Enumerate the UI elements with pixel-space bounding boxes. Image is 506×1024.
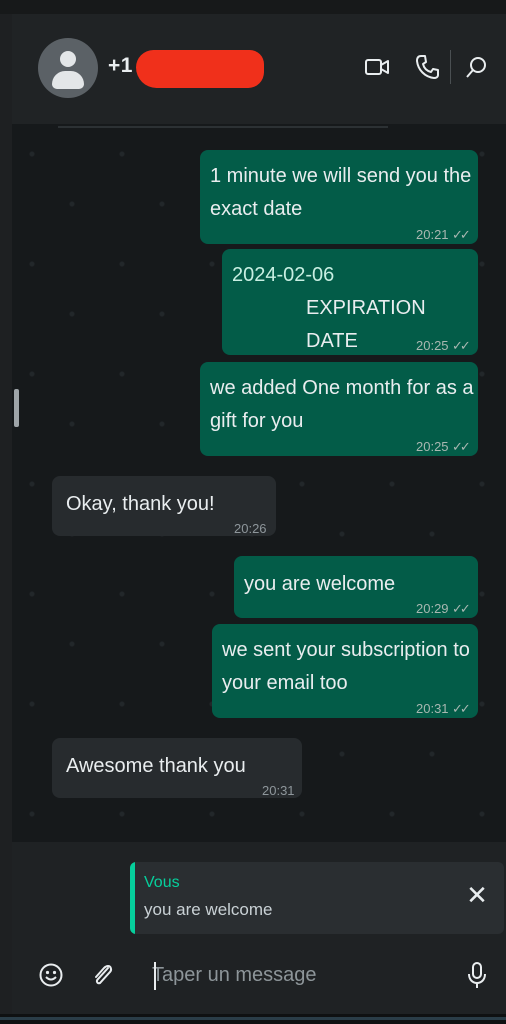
message-text-line: 2024-02-06 bbox=[232, 264, 335, 286]
message-text-line: Awesome thank you bbox=[66, 755, 246, 777]
message-input[interactable]: Taper un message bbox=[152, 958, 452, 992]
message-time: 20:25 bbox=[416, 338, 449, 353]
avatar-head-shape bbox=[60, 51, 76, 67]
message-list[interactable]: 1 minute we will send you the exact date… bbox=[12, 124, 506, 842]
microphone-icon[interactable] bbox=[460, 958, 494, 992]
message-text-line: 1 minute we will send you the bbox=[210, 165, 472, 187]
message-bubble-outgoing[interactable]: 1 minute we will send you the exact date… bbox=[200, 150, 478, 244]
avatar[interactable] bbox=[38, 38, 98, 98]
message-text-line: we added One month for as a bbox=[210, 377, 474, 399]
message-time: 20:31 bbox=[416, 701, 449, 716]
quote-author: Vous bbox=[144, 874, 180, 891]
message-text-line: gift for you bbox=[210, 410, 304, 432]
message-text-line: we sent your subscription to bbox=[222, 639, 470, 661]
quote-text: you are welcome bbox=[144, 900, 273, 919]
reply-preview-bar: Vous you are welcome ✕ bbox=[12, 842, 506, 944]
chat-top-divider bbox=[58, 126, 388, 128]
voice-call-icon[interactable] bbox=[412, 52, 442, 82]
emoji-icon[interactable] bbox=[34, 958, 68, 992]
message-bubble-incoming[interactable]: Awesome thank you 20:31 bbox=[52, 738, 302, 798]
read-ticks-icon: ✓✓ bbox=[452, 701, 471, 716]
message-time: 20:26 bbox=[234, 521, 267, 536]
read-ticks-icon: ✓✓ bbox=[452, 338, 471, 353]
message-bubble-outgoing[interactable]: we added One month for as a gift for you… bbox=[200, 362, 478, 456]
close-icon[interactable]: ✕ bbox=[464, 882, 490, 908]
resize-handle[interactable] bbox=[14, 389, 19, 427]
message-bubble-outgoing[interactable]: 2024-02-06 EXPIRATION DATE 20:25 ✓✓ bbox=[222, 249, 478, 355]
app-window: +1 ( 1 minute we will send you the exact… bbox=[0, 0, 506, 1024]
message-text-line: exact date bbox=[210, 198, 303, 220]
chat-header: +1 ( bbox=[12, 14, 506, 124]
redaction-mark bbox=[136, 50, 264, 88]
video-call-icon[interactable] bbox=[362, 52, 392, 82]
message-time: 20:31 bbox=[262, 783, 295, 798]
message-text-line: you are welcome bbox=[244, 573, 396, 595]
message-bubble-incoming[interactable]: Okay, thank you! 20:26 bbox=[52, 476, 276, 536]
window-bottom-line bbox=[0, 1017, 506, 1020]
header-separator bbox=[450, 50, 451, 84]
message-time: 20:25 bbox=[416, 439, 449, 454]
avatar-body-shape bbox=[52, 71, 84, 89]
search-icon[interactable] bbox=[462, 52, 492, 82]
message-text-line: your email too bbox=[222, 672, 348, 694]
read-ticks-icon: ✓✓ bbox=[452, 227, 471, 242]
message-text-line: Okay, thank you! bbox=[66, 493, 215, 515]
read-ticks-icon: ✓✓ bbox=[452, 439, 471, 454]
read-ticks-icon: ✓✓ bbox=[452, 601, 471, 616]
quote-accent-stripe bbox=[130, 862, 135, 934]
message-bubble-outgoing[interactable]: we sent your subscription to your email … bbox=[212, 624, 478, 718]
message-time: 20:29 bbox=[416, 601, 449, 616]
quoted-message[interactable]: Vous you are welcome ✕ bbox=[130, 862, 504, 934]
message-time: 20:21 bbox=[416, 227, 449, 242]
message-composer: Taper un message bbox=[12, 944, 506, 1014]
message-bubble-outgoing[interactable]: you are welcome 20:29 ✓✓ bbox=[234, 556, 478, 618]
attach-icon[interactable] bbox=[86, 958, 120, 992]
window-top-strip bbox=[0, 0, 506, 14]
